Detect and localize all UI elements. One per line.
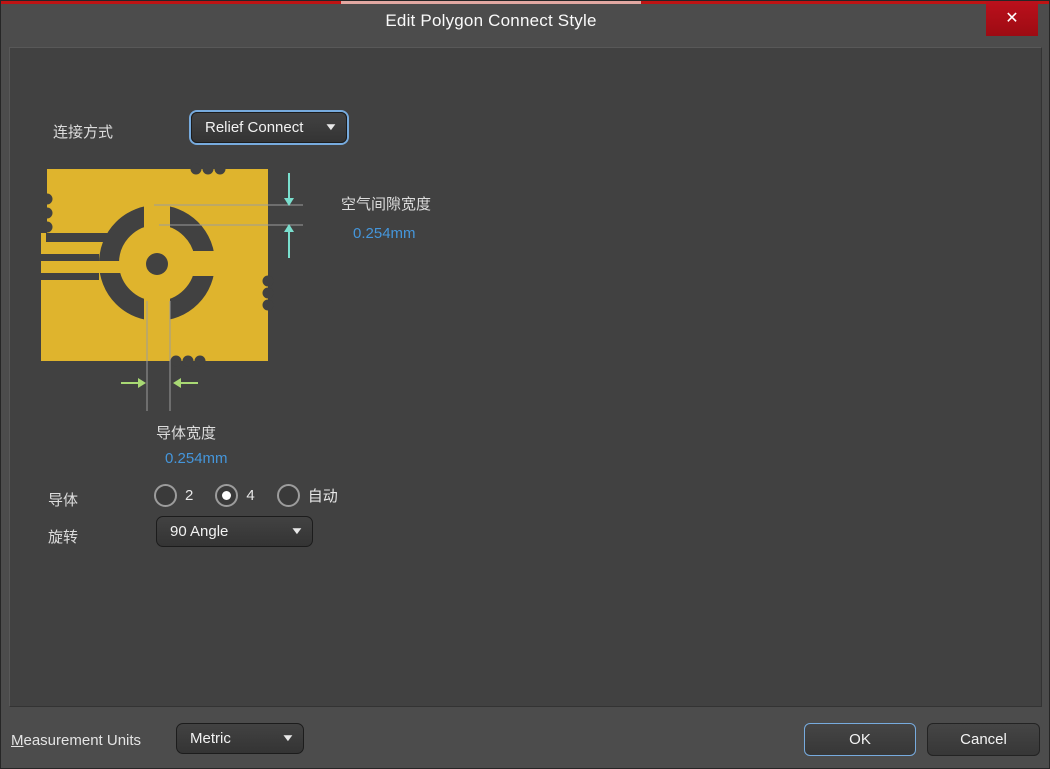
radio-conductors-2[interactable]	[154, 484, 177, 507]
air-gap-label: 空气间隙宽度	[341, 193, 431, 214]
radio-conductors-auto-label: 自动	[308, 485, 338, 506]
rotation-value: 90 Angle	[170, 523, 228, 540]
connect-style-label: 连接方式	[53, 121, 113, 142]
connect-style-value: Relief Connect	[205, 119, 303, 136]
window-top-accent-highlight	[341, 1, 641, 4]
radio-conductors-2-label: 2	[185, 487, 193, 504]
conductor-width-arrows	[121, 378, 198, 388]
close-button[interactable]: ✕	[986, 1, 1038, 36]
measurement-units-value: Metric	[190, 730, 231, 747]
titlebar: Edit Polygon Connect Style	[1, 1, 1050, 47]
ok-button[interactable]: OK	[804, 723, 916, 756]
chevron-down-icon: ▼	[324, 122, 339, 133]
cancel-button[interactable]: Cancel	[927, 723, 1040, 756]
close-icon: ✕	[1005, 11, 1018, 27]
air-gap-arrows	[284, 173, 294, 258]
rotation-dropdown[interactable]: 90 Angle ▼	[156, 516, 313, 547]
conductor-width-label: 导体宽度	[156, 422, 216, 443]
radio-conductors-4[interactable]	[215, 484, 238, 507]
measurement-units-dropdown[interactable]: Metric ▼	[176, 723, 304, 754]
edit-polygon-connect-style-dialog: Edit Polygon Connect Style ✕ 连接方式 Relief…	[0, 0, 1050, 769]
chevron-down-icon: ▼	[281, 733, 296, 744]
conductors-radio-group: 2 4 自动	[154, 484, 338, 507]
radio-conductors-auto[interactable]	[277, 484, 300, 507]
polygon-connect-preview	[41, 161, 307, 417]
measurement-units-label: Measurement Units	[11, 732, 141, 749]
air-gap-value: 0.254mm	[353, 225, 416, 242]
radio-conductors-4-label: 4	[246, 487, 254, 504]
dialog-title: Edit Polygon Connect Style	[1, 11, 981, 31]
conductor-width-value: 0.254mm	[165, 450, 228, 467]
rotation-label: 旋转	[48, 526, 78, 547]
conductors-label: 导体	[48, 489, 78, 510]
pad-hole	[146, 253, 168, 275]
chevron-down-icon: ▼	[290, 526, 305, 537]
connect-style-dropdown[interactable]: Relief Connect ▼	[191, 112, 347, 143]
